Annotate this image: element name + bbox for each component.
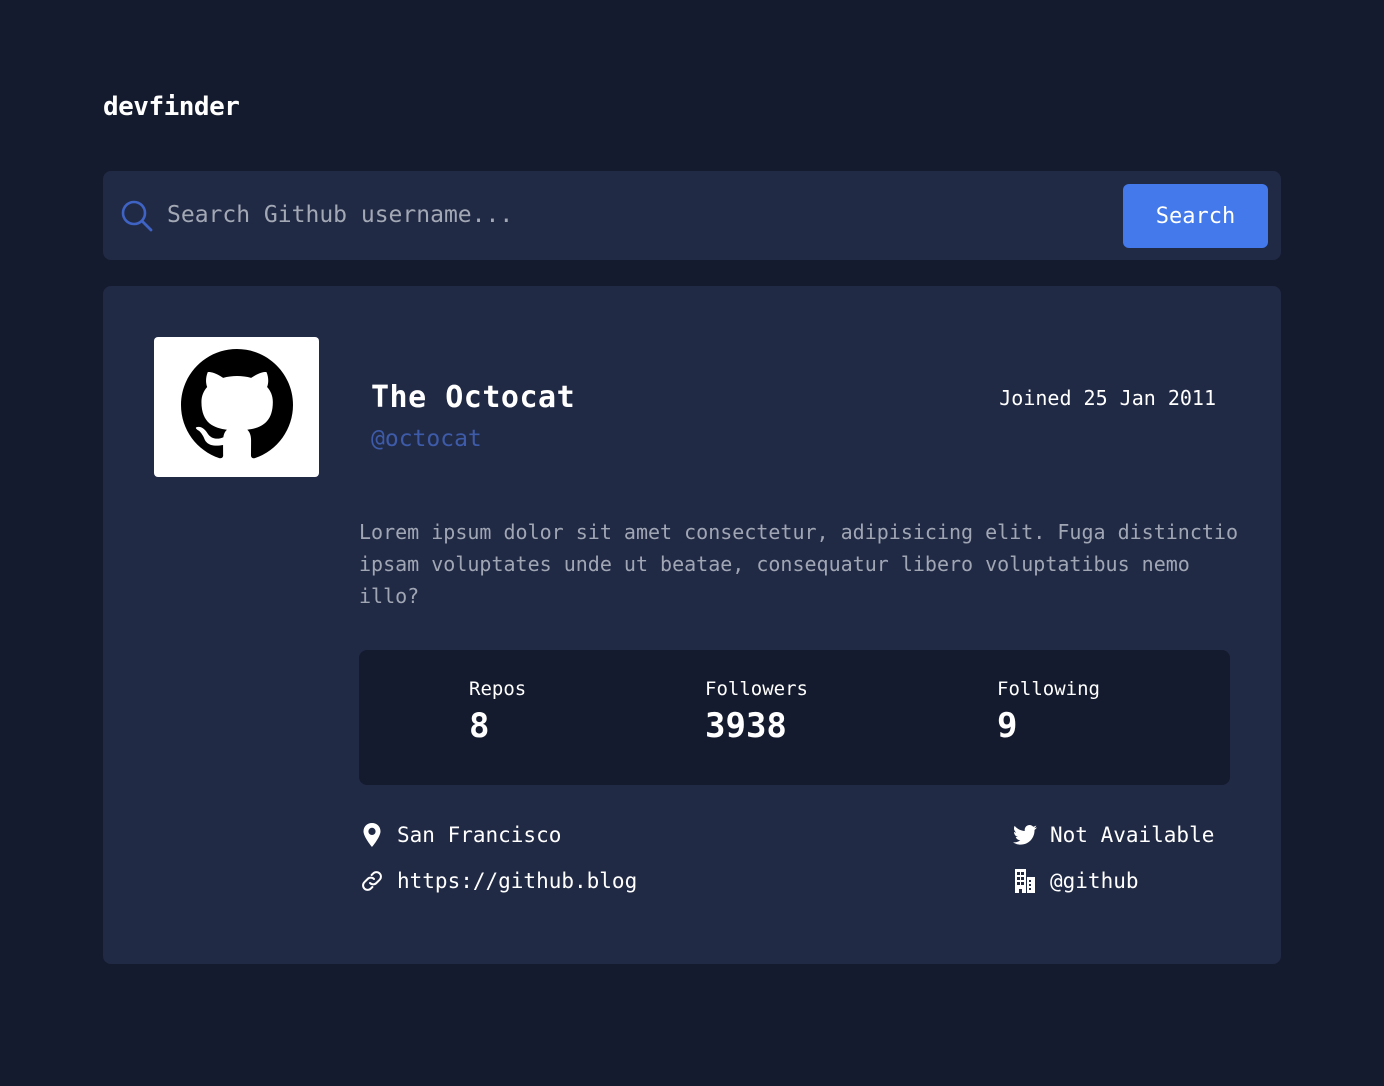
joined-date: Joined 25 Jan 2011 bbox=[999, 386, 1216, 410]
blog-link[interactable]: https://github.blog bbox=[397, 869, 637, 893]
link-icon bbox=[359, 868, 385, 894]
avatar bbox=[154, 337, 319, 477]
app-title: devfinder bbox=[103, 92, 240, 122]
profile-card: The Octocat @octocat Joined 25 Jan 2011 … bbox=[103, 286, 1281, 964]
company-text[interactable]: @github bbox=[1050, 869, 1139, 893]
stat-following-label: Following bbox=[997, 678, 1100, 700]
stats-panel: Repos 8 Followers 3938 Following 9 bbox=[359, 650, 1230, 785]
stat-followers-value: 3938 bbox=[705, 706, 787, 746]
blog-row[interactable]: https://github.blog bbox=[359, 868, 637, 894]
location-pin-icon bbox=[359, 822, 385, 848]
search-icon bbox=[119, 198, 155, 234]
twitter-row: Not Available bbox=[1012, 822, 1214, 848]
stat-followers-label: Followers bbox=[705, 678, 808, 700]
twitter-icon bbox=[1012, 822, 1038, 848]
github-octocat-icon bbox=[180, 349, 293, 465]
search-button[interactable]: Search bbox=[1123, 184, 1268, 248]
location-row: San Francisco bbox=[359, 822, 561, 848]
search-bar: Search bbox=[103, 171, 1281, 260]
profile-bio: Lorem ipsum dolor sit amet consectetur, … bbox=[359, 520, 1238, 608]
stat-repos-value: 8 bbox=[469, 706, 490, 746]
profile-name: The Octocat bbox=[371, 380, 576, 415]
location-text: San Francisco bbox=[397, 823, 562, 847]
twitter-text: Not Available bbox=[1050, 823, 1215, 847]
company-row: @github bbox=[1012, 868, 1139, 894]
stat-repos: Repos 8 bbox=[469, 678, 526, 746]
stat-following-value: 9 bbox=[997, 706, 1018, 746]
office-building-icon bbox=[1012, 868, 1038, 894]
profile-login[interactable]: @octocat bbox=[371, 426, 482, 452]
stat-followers: Followers 3938 bbox=[705, 678, 808, 746]
stat-following: Following 9 bbox=[997, 678, 1100, 746]
stat-repos-label: Repos bbox=[469, 678, 527, 700]
search-input[interactable] bbox=[167, 193, 1097, 237]
